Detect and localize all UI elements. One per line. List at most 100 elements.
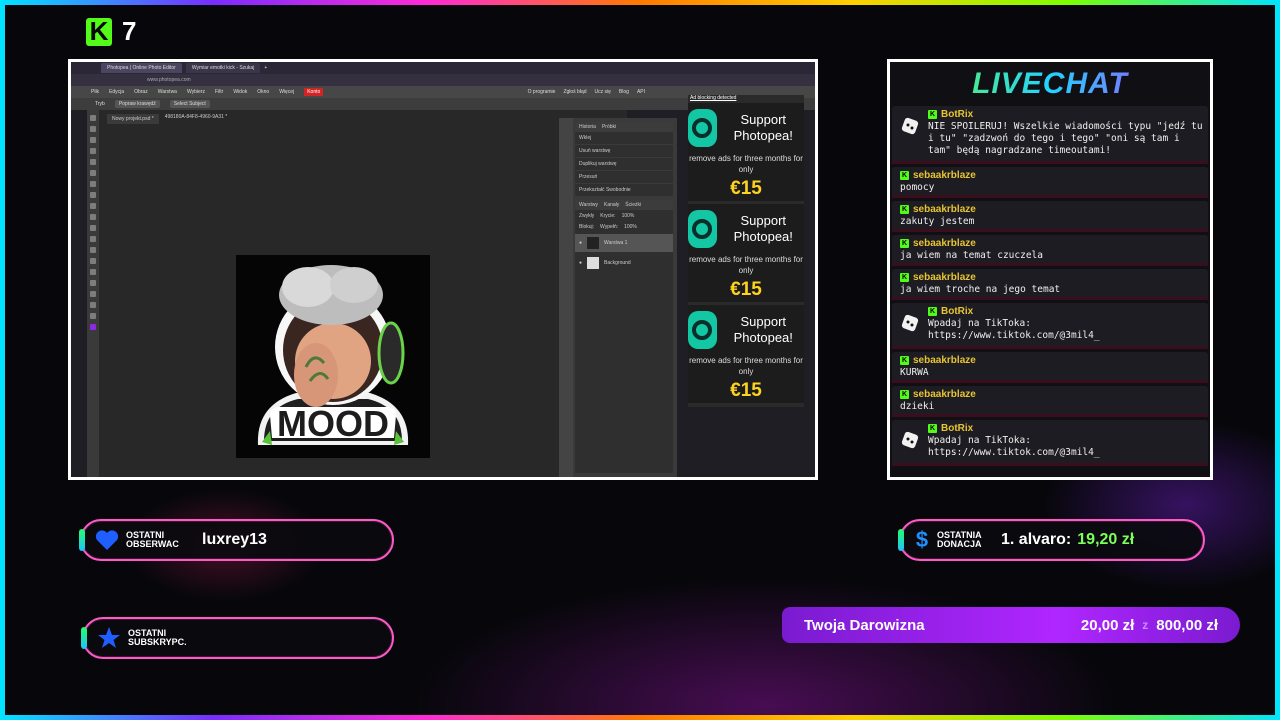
chat-text: Wpadaj na TikToka: https://www.tiktok.co… [928, 435, 1100, 458]
wand-tool-icon[interactable] [90, 148, 96, 154]
chat-username[interactable]: sebaakrblaze [913, 389, 976, 400]
menu-item[interactable]: Edycja [109, 89, 124, 95]
layer-row[interactable]: ● Background [575, 254, 673, 272]
type-tool-icon[interactable] [90, 269, 96, 275]
tab-swatches[interactable]: Próbki [602, 124, 616, 130]
goal-progress: 20,00 zł z 800,00 zł [1081, 617, 1218, 634]
chat-text: Wpadaj na TikToka: https://www.tiktok.co… [928, 318, 1100, 341]
chat-username-row: Ksebaakrblaze [900, 204, 1204, 215]
chat-username[interactable]: BotRix [941, 109, 973, 120]
opacity-value[interactable]: 100% [622, 213, 635, 219]
browser-tab[interactable]: Photopea | Online Photo Editor [101, 63, 182, 73]
kick-badge-icon: K [928, 424, 937, 433]
tab-channels[interactable]: Kanały [604, 202, 619, 208]
chat-username[interactable]: sebaakrblaze [913, 238, 976, 249]
label-line: DONACJA [937, 539, 982, 549]
chat-username[interactable]: sebaakrblaze [913, 355, 976, 366]
menu-item-account[interactable]: Konto [304, 88, 324, 96]
tab-layers[interactable]: Warstwy [579, 202, 598, 208]
tool-bar [87, 110, 99, 477]
menu-link[interactable]: Zgłoś błąd [563, 89, 586, 95]
browser-tab[interactable]: Wymiar emotki kick - Szukaj [185, 63, 261, 73]
brush-tool-icon[interactable] [90, 192, 96, 198]
panel-icon-column [559, 118, 573, 477]
support-ad[interactable]: Support Photopea! remove ads for three m… [688, 103, 804, 204]
menu-link[interactable]: API [637, 89, 645, 95]
tab-history[interactable]: Historia [579, 124, 596, 130]
history-item[interactable]: Wklej [575, 132, 673, 145]
menu-item[interactable]: Plik [91, 89, 99, 95]
ad-blocking-notice[interactable]: Ad blocking detected [688, 95, 804, 103]
select-tool-icon[interactable] [90, 126, 96, 132]
menu-item[interactable]: Filtr [215, 89, 223, 95]
eye-icon[interactable]: ● [579, 240, 582, 246]
chat-message: Ksebaakrblaze pomocy [892, 167, 1208, 198]
support-ad[interactable]: Support Photopea! remove ads for three m… [688, 305, 804, 406]
history-item[interactable]: Przesuń [575, 171, 673, 184]
last-follower-bar: OSTATNI OBSERWAC luxrey13 [79, 519, 394, 561]
history-item[interactable]: Przekształć Swobodnie [575, 184, 673, 197]
canvas-text: MOOD [277, 403, 389, 444]
foreground-color-icon[interactable] [90, 324, 96, 330]
menu-item[interactable]: Okno [257, 89, 269, 95]
document-tab[interactable]: 498180A-84F8-4960-9A31 * [165, 114, 228, 124]
brand-number: 7 [122, 16, 137, 46]
chat-username[interactable]: BotRix [941, 423, 973, 434]
fill-tool-icon[interactable] [90, 225, 96, 231]
blend-mode-select[interactable]: Zwykły [579, 213, 594, 219]
chat-message: K BotRix Wpadaj na TikToka: https://www.ti… [892, 420, 1208, 466]
menu-link[interactable]: Blog [619, 89, 629, 95]
url-bar[interactable]: www.photopea.com [71, 74, 815, 86]
fill-value[interactable]: 100% [624, 224, 637, 230]
kick-badge-icon: K [900, 273, 909, 282]
photopea-logo-icon [688, 311, 717, 349]
blur-tool-icon[interactable] [90, 236, 96, 242]
menu-item[interactable]: Warstwa [158, 89, 177, 95]
chat-username[interactable]: sebaakrblaze [913, 204, 976, 215]
ad-title: Support Photopea! [733, 112, 793, 143]
menu-item[interactable]: Widok [233, 89, 247, 95]
tab-paths[interactable]: Ścieżki [625, 202, 641, 208]
eye-icon[interactable]: ● [579, 260, 582, 266]
chat-text: zakuty jestem [900, 216, 975, 227]
chat-text: dzieki [900, 401, 935, 412]
menu-link[interactable]: Ucz się [595, 89, 611, 95]
photopea-workspace: Nowy projekt.psd * 498180A-84F8-4960-9A3… [87, 110, 627, 477]
chat-username[interactable]: sebaakrblaze [913, 170, 976, 181]
shape-tool-icon[interactable] [90, 291, 96, 297]
chat-username-row: Ksebaakrblaze [900, 170, 1204, 181]
menu-link[interactable]: O programie [528, 89, 556, 95]
new-tab-icon[interactable]: + [264, 65, 267, 71]
eraser-tool-icon[interactable] [90, 214, 96, 220]
goal-separator: z [1142, 618, 1149, 632]
layer-thumbnail [587, 257, 600, 269]
layer-name: Background [604, 260, 631, 266]
history-item[interactable]: Usuń warstwę [575, 145, 673, 158]
eyedropper-tool-icon[interactable] [90, 170, 96, 176]
chat-username[interactable]: sebaakrblaze [913, 272, 976, 283]
crop-tool-icon[interactable] [90, 159, 96, 165]
document-tab[interactable]: Nowy projekt.psd * [107, 114, 159, 124]
stamp-tool-icon[interactable] [90, 203, 96, 209]
path-tool-icon[interactable] [90, 280, 96, 286]
pen-tool-icon[interactable] [90, 258, 96, 264]
refine-edge-button[interactable]: Popraw krawędź [114, 100, 160, 108]
select-subject-button[interactable]: Select Subject [169, 100, 210, 108]
kick-badge-icon: K [900, 171, 909, 180]
ad-subtitle: remove ads for three months for only [689, 255, 803, 275]
heart-icon [94, 527, 120, 553]
menu-item[interactable]: Obraz [134, 89, 148, 95]
zoom-tool-icon[interactable] [90, 313, 96, 319]
support-ad[interactable]: Support Photopea! remove ads for three m… [688, 204, 804, 305]
hand-tool-icon[interactable] [90, 302, 96, 308]
layer-row[interactable]: ● Warstwa 1 [575, 234, 673, 252]
dodge-tool-icon[interactable] [90, 247, 96, 253]
menu-item[interactable]: Wybierz [187, 89, 205, 95]
history-item[interactable]: Duplikuj warstwę [575, 158, 673, 171]
canvas-artwork[interactable]: MOOD [236, 255, 430, 458]
lasso-tool-icon[interactable] [90, 137, 96, 143]
menu-item[interactable]: Więcej [279, 89, 294, 95]
chat-username[interactable]: BotRix [941, 306, 973, 317]
move-tool-icon[interactable] [90, 115, 96, 121]
heal-tool-icon[interactable] [90, 181, 96, 187]
